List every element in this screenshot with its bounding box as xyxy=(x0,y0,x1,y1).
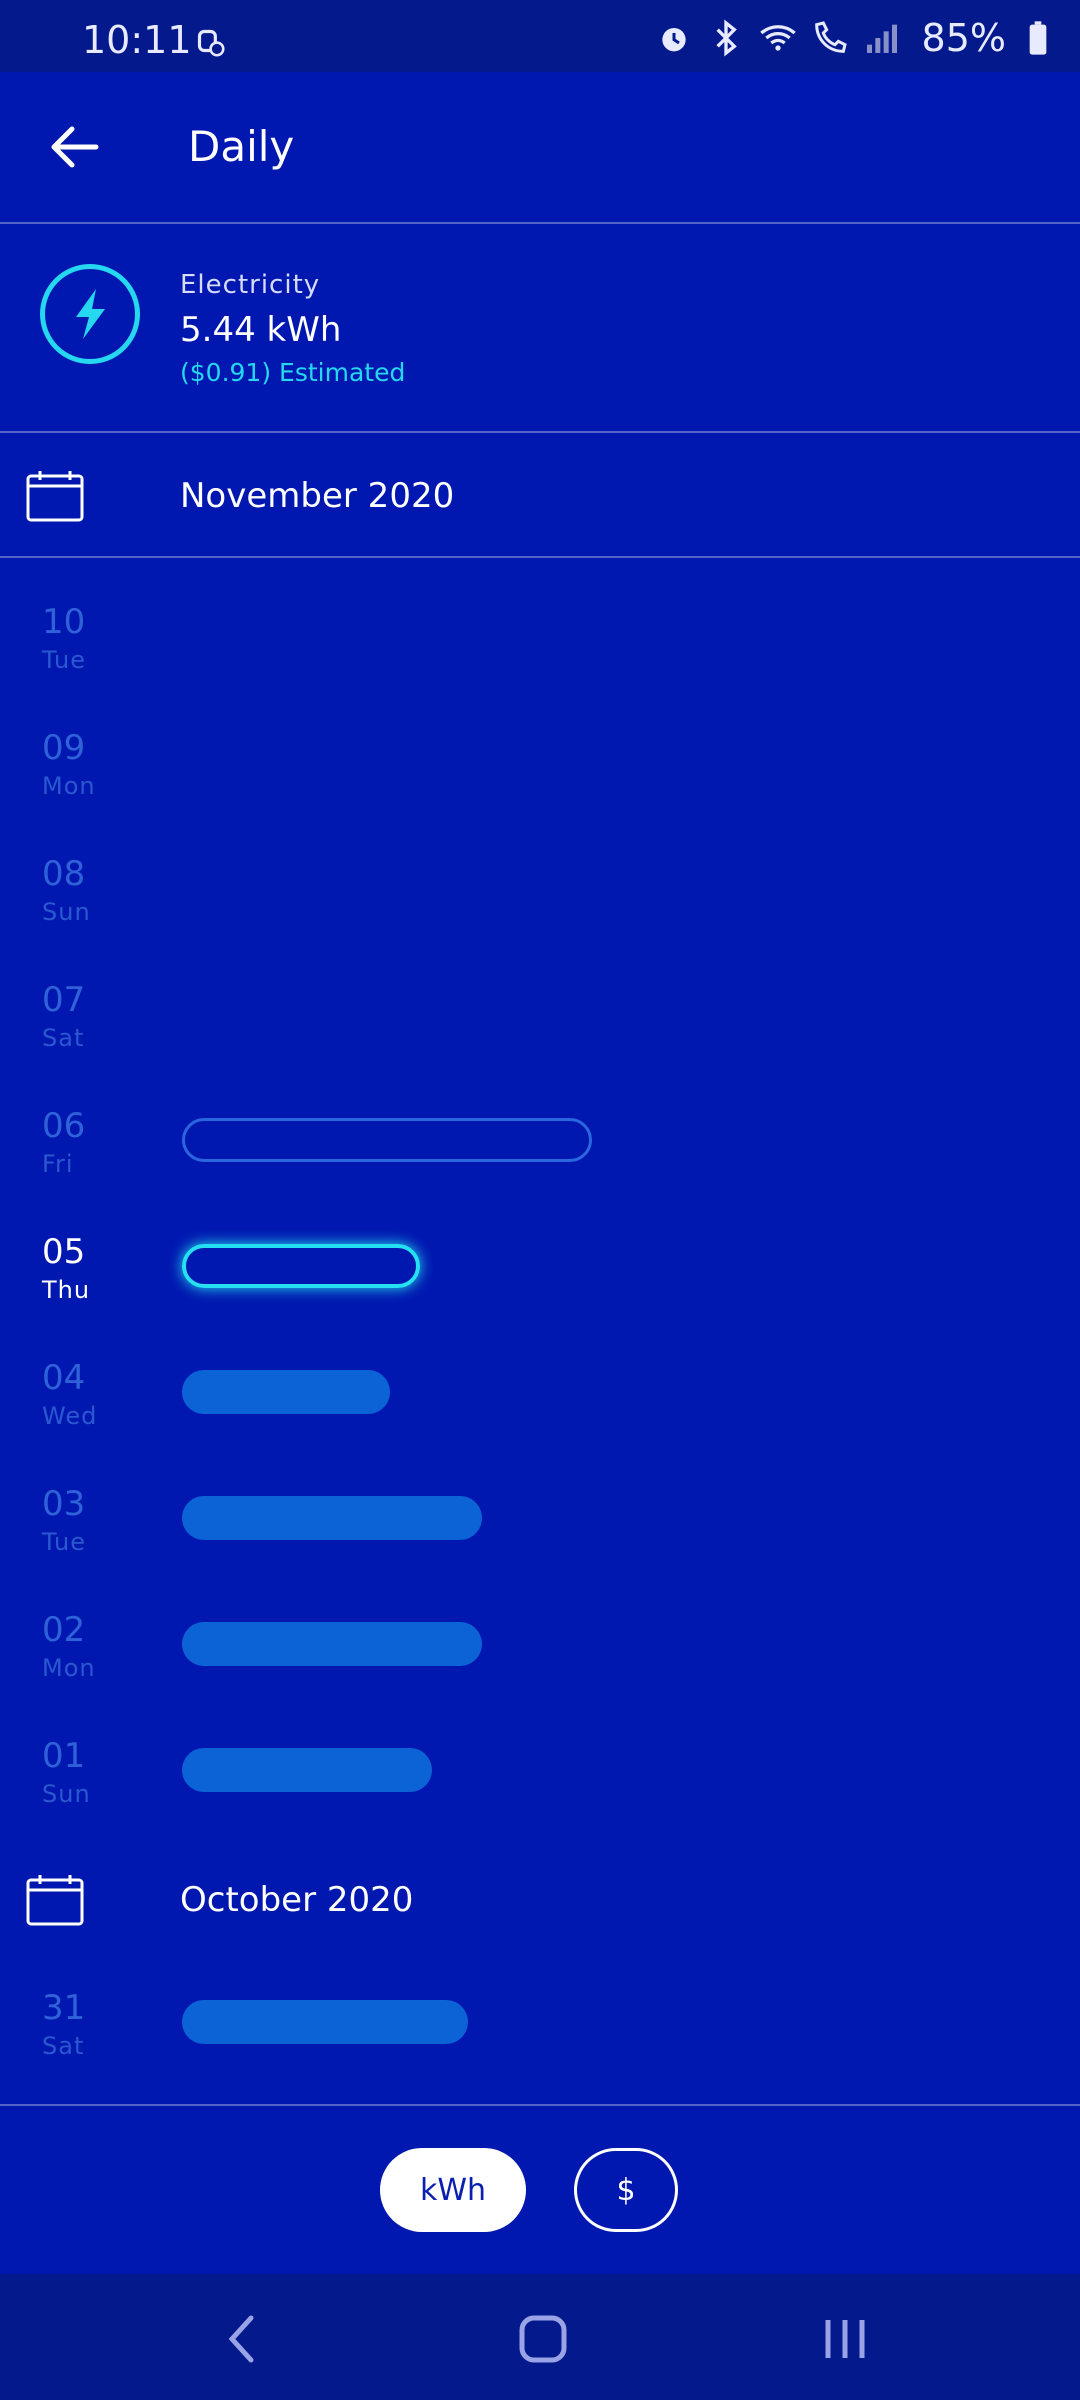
nav-home-button[interactable] xyxy=(508,2304,578,2374)
day-row-selected[interactable]: 05 Thu xyxy=(0,1232,1080,1358)
day-row[interactable]: 31 Sat xyxy=(0,1988,1080,2114)
day-name: Sat xyxy=(42,1024,85,1052)
day-name: Fri xyxy=(42,1150,74,1178)
arrow-left-icon xyxy=(51,126,99,168)
call-signal-icon xyxy=(814,21,847,53)
battery-percent: 85% xyxy=(921,16,1006,60)
usage-bar[interactable] xyxy=(182,1622,482,1666)
unit-toggle: kWh $ xyxy=(0,2106,1080,2274)
watch-icon xyxy=(197,29,225,57)
month-label: October 2020 xyxy=(180,1880,414,1920)
back-button[interactable] xyxy=(40,112,110,182)
day-number: 07 xyxy=(42,980,86,1020)
electricity-badge xyxy=(40,264,140,364)
status-time: 10:11 xyxy=(82,18,192,62)
utility-label: Electricity xyxy=(180,270,321,300)
cost-estimate: ($0.91) Estimated xyxy=(180,358,406,387)
day-row[interactable]: 04 Wed xyxy=(0,1358,1080,1484)
divider xyxy=(0,431,1080,433)
day-number: 10 xyxy=(42,602,86,642)
page-title: Daily xyxy=(188,122,295,171)
day-row[interactable]: 02 Mon xyxy=(0,1610,1080,1736)
day-name: Wed xyxy=(42,1402,98,1430)
day-name: Mon xyxy=(42,1654,96,1682)
signal-icon xyxy=(866,24,897,53)
calendar-icon xyxy=(26,471,84,522)
day-number: 06 xyxy=(42,1106,86,1146)
chevron-left-icon xyxy=(228,2315,254,2363)
nav-recents-button[interactable] xyxy=(810,2304,880,2374)
day-number: 01 xyxy=(42,1736,86,1776)
day-row[interactable]: 09 Mon xyxy=(0,728,1080,854)
day-number: 04 xyxy=(42,1358,86,1398)
day-name: Thu xyxy=(42,1276,91,1304)
month-header-november[interactable]: November 2020 xyxy=(0,436,1080,556)
day-row[interactable]: 06 Fri xyxy=(0,1106,1080,1232)
day-number: 09 xyxy=(42,728,86,768)
bluetooth-icon xyxy=(716,19,737,57)
calendar-icon xyxy=(26,1875,84,1926)
day-name: Sun xyxy=(42,898,91,926)
system-nav-bar xyxy=(0,2274,1080,2400)
kwh-toggle-button[interactable]: kWh xyxy=(380,2148,526,2232)
day-number: 08 xyxy=(42,854,86,894)
day-number: 05 xyxy=(42,1232,86,1272)
status-bar: 10:11 85% xyxy=(0,0,1080,72)
month-header-october[interactable]: October 2020 xyxy=(0,1838,1080,1958)
nav-back-button[interactable] xyxy=(206,2304,276,2374)
day-row[interactable]: 08 Sun xyxy=(0,854,1080,980)
day-row[interactable]: 07 Sat xyxy=(0,980,1080,1106)
day-name: Tue xyxy=(42,1528,86,1556)
home-icon xyxy=(519,2315,567,2363)
status-icons: 85% xyxy=(654,16,1058,60)
usage-bar-selected[interactable] xyxy=(182,1244,420,1288)
month-label: November 2020 xyxy=(180,476,455,516)
day-name: Tue xyxy=(42,646,86,674)
day-name: Mon xyxy=(42,772,96,800)
recents-icon xyxy=(825,2320,865,2358)
usage-summary: Electricity 5.44 kWh ($0.91) Estimated xyxy=(0,224,1080,432)
day-number: 03 xyxy=(42,1484,86,1524)
usage-value: 5.44 kWh xyxy=(180,310,342,350)
divider xyxy=(0,556,1080,558)
wifi-icon xyxy=(759,25,796,51)
day-number: 31 xyxy=(42,1988,86,2028)
lightning-bolt-icon xyxy=(76,289,105,339)
day-row[interactable]: 03 Tue xyxy=(0,1484,1080,1610)
day-row[interactable]: 10 Tue xyxy=(0,602,1080,728)
day-name: Sun xyxy=(42,1780,91,1808)
usage-bar[interactable] xyxy=(182,1748,432,1792)
battery-icon xyxy=(1029,21,1047,55)
usage-bar[interactable] xyxy=(182,1370,390,1414)
dollar-toggle-button[interactable]: $ xyxy=(574,2148,678,2232)
usage-bar[interactable] xyxy=(182,2000,468,2044)
alarm-icon xyxy=(661,28,686,52)
usage-bar[interactable] xyxy=(182,1496,482,1540)
day-number: 02 xyxy=(42,1610,86,1650)
day-name: Sat xyxy=(42,2032,85,2060)
usage-bar-estimated[interactable] xyxy=(182,1118,592,1162)
app-bar: Daily xyxy=(0,72,1080,222)
